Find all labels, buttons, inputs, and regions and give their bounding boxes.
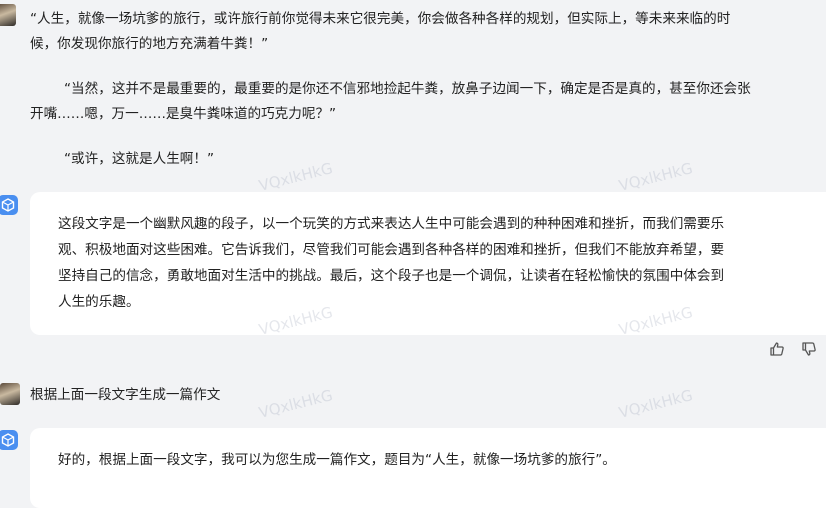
user-message: 根据上面一段文字生成一篇作文 (30, 387, 221, 403)
cube-logo-icon (1, 433, 15, 447)
quote-line-1: “人生，就像一场坑爹的旅行，或许旅行前你觉得未来它很完美，你会做各种各样的规划，… (30, 11, 731, 27)
quote-line-3: “当然，这并不是最重要的，最重要的是你还不信邪地捡起牛粪，放鼻子边闻一下，确定是… (64, 81, 751, 97)
watermark: VQxlkHkG (616, 386, 695, 422)
quote-line-4: 开嘴……嗯，万一……是臭牛粪味道的巧克力呢？” (30, 106, 337, 122)
cube-logo-icon (1, 198, 15, 212)
bot-reply-card: 好的，根据上面一段文字，我可以为您生成一篇作文，题目为“人生，就像一场坑爹的旅行… (30, 428, 826, 508)
quote-line-2: 候，你发现你旅行的地方充满着牛粪！” (30, 36, 269, 52)
bot-reply-text: 好的，根据上面一段文字，我可以为您生成一篇作文，题目为“人生，就像一场坑爹的旅行… (58, 447, 616, 473)
watermark: VQxlkHkG (256, 159, 335, 195)
watermark: VQxlkHkG (616, 159, 695, 195)
bot-reply-line: 人生的乐趣。 (58, 294, 140, 310)
user-avatar (0, 383, 20, 405)
watermark: VQxlkHkG (256, 386, 335, 422)
bot-avatar (0, 195, 18, 215)
bot-reply-line: 观、积极地面对这些困难。它告诉我们，尽管我们可能会遇到各种各样的困难和挫折，但我… (58, 242, 725, 258)
bot-reply-line: 坚持自己的信念，勇敢地面对生活中的挑战。最后，这个段子也是一个调侃，让读者在轻松… (58, 268, 725, 284)
bot-reply-card: 这段文字是一个幽默风趣的段子，以一个玩笑的方式来表达人生中可能会遇到的种种困难和… (30, 192, 826, 335)
quote-line-5: “或许，这就是人生啊！” (64, 151, 215, 167)
bot-reply-text: 这段文字是一个幽默风趣的段子，以一个玩笑的方式来表达人生中可能会遇到的种种困难和… (58, 211, 724, 315)
like-button[interactable] (769, 341, 787, 359)
dislike-button[interactable] (801, 341, 819, 359)
thumbs-down-icon (802, 342, 816, 356)
bot-reply-line: 好的，根据上面一段文字，我可以为您生成一篇作文，题目为“人生，就像一场坑爹的旅行… (58, 452, 616, 468)
bot-reply-line: 这段文字是一个幽默风趣的段子，以一个玩笑的方式来表达人生中可能会遇到的种种困难和… (58, 216, 725, 232)
user-avatar (0, 4, 16, 26)
bot-avatar (0, 430, 18, 450)
thumbs-up-icon (770, 342, 784, 356)
